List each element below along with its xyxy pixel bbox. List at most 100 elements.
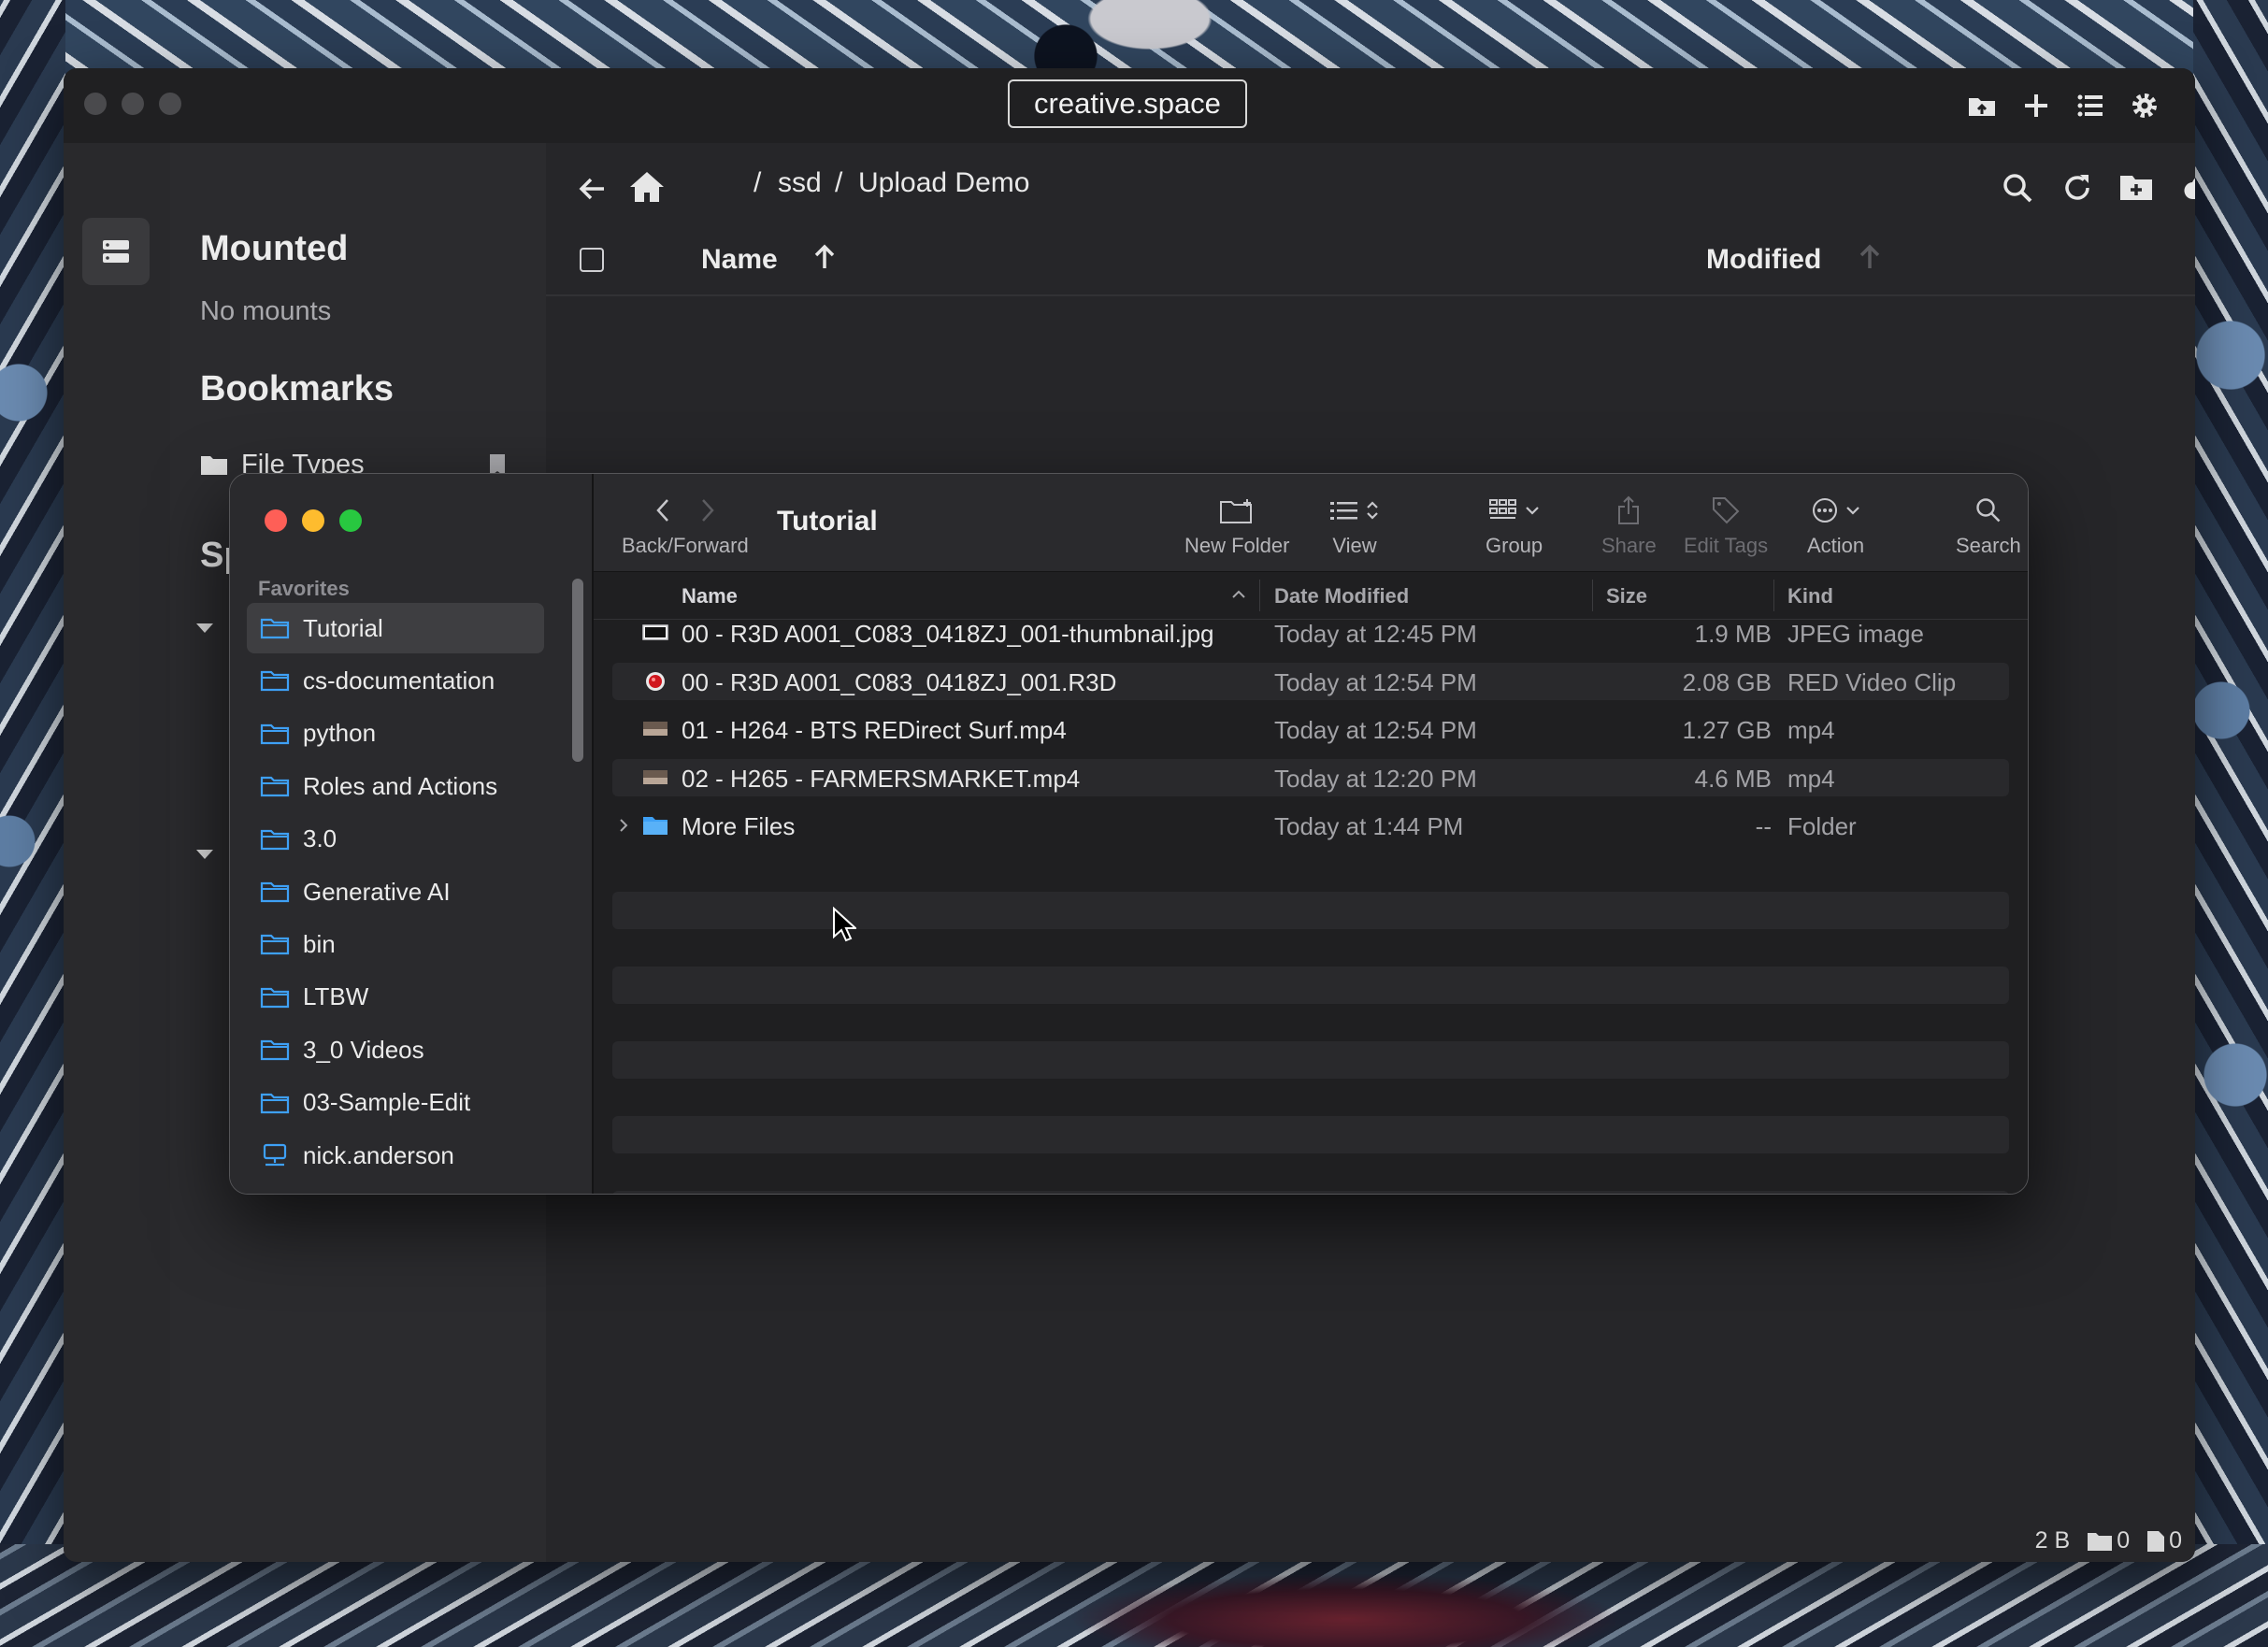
favorite-label: nick.anderson — [303, 1140, 454, 1169]
favorite-item[interactable]: cs-documentation — [247, 655, 544, 706]
chevron-down-icon[interactable] — [194, 848, 215, 861]
folder-icon — [260, 777, 290, 797]
share-icon — [1618, 495, 1640, 524]
breadcrumb-ssd[interactable]: ssd — [778, 167, 822, 199]
file-kind: mp4 — [1787, 764, 1835, 793]
modified-column-header[interactable]: Modified — [1706, 244, 1821, 276]
refresh-icon[interactable] — [2060, 171, 2094, 205]
file-name: 00 - R3D A001_C083_0418ZJ_001-thumbnail.… — [682, 620, 1214, 648]
favorite-item[interactable]: nick.anderson — [247, 1130, 544, 1181]
folder-icon — [260, 829, 290, 850]
file-row[interactable]: 00 - R3D A001_C083_0418ZJ_001.R3D Today a… — [612, 662, 2009, 700]
video-thumbnail-icon — [643, 722, 667, 737]
new-folder-button[interactable]: New Folder — [1184, 493, 1289, 558]
window-minimize-button[interactable] — [122, 93, 144, 115]
search-icon[interactable] — [2001, 171, 2034, 205]
upload-folder-icon[interactable] — [1965, 89, 1999, 122]
favorite-item[interactable]: Tutorial — [247, 603, 544, 653]
file-date: Today at 12:54 PM — [1274, 667, 1477, 696]
select-all-checkbox[interactable] — [580, 248, 604, 272]
chevron-left-icon[interactable] — [655, 498, 670, 523]
file-kind: Folder — [1787, 812, 1857, 841]
header-divider — [546, 294, 2195, 296]
gear-icon[interactable] — [2128, 89, 2161, 122]
favorite-label: Roles and Actions — [303, 771, 498, 800]
file-row[interactable]: 01 - H264 - BTS REDirect Surf.mp4 Today a… — [612, 710, 2009, 748]
window-zoom-button[interactable] — [159, 93, 181, 115]
file-kind: mp4 — [1787, 716, 1835, 745]
finder-minimize-button[interactable] — [302, 509, 324, 532]
status-file-count: 0 — [2169, 1527, 2182, 1554]
sort-arrow-icon[interactable] — [1857, 242, 1883, 272]
favorite-label: 3.0 — [303, 824, 337, 853]
search-icon — [1976, 498, 2001, 523]
back-forward-label: Back/Forward — [622, 534, 749, 557]
finder-close-button[interactable] — [265, 509, 287, 532]
chevron-right-icon[interactable] — [700, 498, 715, 523]
share-button[interactable]: Share — [1601, 493, 1657, 558]
tag-icon — [1713, 497, 1740, 524]
empty-row — [612, 1116, 2009, 1153]
cloud-upload-icon[interactable] — [2182, 171, 2195, 203]
chevron-updown-icon — [1367, 501, 1378, 520]
list-view-icon[interactable] — [2074, 89, 2107, 122]
file-row[interactable]: 02 - H265 - FARMERSMARKET.mp4 Today at 12… — [612, 758, 2009, 796]
edit-tags-button[interactable]: Edit Tags — [1684, 493, 1768, 558]
size-column-header[interactable]: Size — [1606, 584, 1647, 609]
chevron-down-icon[interactable] — [194, 622, 215, 635]
no-mounts-text: No mounts — [200, 296, 332, 326]
window-close-button[interactable] — [84, 93, 107, 115]
empty-row — [612, 1041, 2009, 1079]
sidebar-scrollbar[interactable] — [572, 579, 583, 762]
status-size: 2 B — [2034, 1527, 2071, 1554]
action-button[interactable]: Action — [1807, 493, 1864, 558]
file-date: Today at 1:44 PM — [1274, 812, 1464, 841]
back-arrow-icon[interactable] — [576, 173, 608, 205]
storage-nav-button[interactable] — [82, 218, 150, 285]
breadcrumb-upload-demo[interactable]: Upload Demo — [858, 167, 1029, 199]
favorite-item[interactable]: 3_0 Videos — [247, 1024, 544, 1075]
folder-icon — [260, 987, 290, 1008]
folder-icon — [260, 935, 290, 955]
nav-rail — [64, 143, 170, 1562]
folder-icon — [260, 1093, 290, 1113]
kind-column-header[interactable]: Kind — [1787, 584, 1833, 609]
back-forward-control[interactable]: Back/Forward — [622, 493, 749, 558]
favorite-item[interactable]: 03-Sample-Edit — [247, 1078, 544, 1128]
file-row[interactable]: 00 - R3D A001_C083_0418ZJ_001-thumbnail.… — [612, 614, 2009, 652]
file-list-header: Name Date Modified Size Kind — [594, 572, 2028, 620]
favorite-item[interactable]: python — [247, 709, 544, 759]
name-column-header[interactable]: Name — [682, 584, 738, 609]
server-icon — [103, 240, 129, 263]
home-icon[interactable] — [628, 169, 666, 205]
app-title: creative.space — [1008, 79, 1247, 128]
wallpaper-left — [0, 0, 65, 1647]
chevron-up-icon[interactable] — [1231, 589, 1246, 600]
add-icon[interactable] — [2019, 89, 2053, 122]
search-button[interactable]: Search — [1956, 493, 2021, 558]
name-column-header[interactable]: Name — [701, 244, 778, 276]
date-column-header[interactable]: Date Modified — [1274, 584, 1409, 609]
file-name: 00 - R3D A001_C083_0418ZJ_001.R3D — [682, 667, 1117, 696]
group-button[interactable]: Group — [1486, 493, 1543, 558]
favorite-item[interactable]: 3.0 — [247, 814, 544, 865]
finder-title: Tutorial — [777, 506, 878, 537]
new-folder-icon[interactable] — [2118, 169, 2154, 205]
sort-ascending-icon[interactable] — [811, 242, 838, 272]
breadcrumb-separator: / — [835, 167, 843, 198]
disclosure-chevron-icon[interactable] — [618, 818, 629, 833]
finder-sidebar: Favorites Tutorial cs-documentation python… — [230, 474, 594, 1194]
finder-window: Favorites Tutorial cs-documentation python… — [229, 473, 2029, 1195]
finder-toolbar: Back/Forward Tutorial New Folder View Gr… — [594, 474, 2028, 572]
favorite-item[interactable]: Generative AI — [247, 866, 544, 917]
app-titlebar: creative.space — [64, 68, 2195, 143]
file-size: 1.27 GB — [1682, 716, 1772, 745]
video-thumbnail-icon — [643, 769, 667, 784]
finder-zoom-button[interactable] — [339, 509, 362, 532]
group-grid-icon — [1488, 499, 1516, 519]
view-button[interactable]: View — [1330, 493, 1379, 558]
favorite-item[interactable]: LTBW — [247, 972, 544, 1023]
file-row[interactable]: More Files Today at 1:44 PM -- Folder — [612, 807, 2009, 844]
favorite-item[interactable]: bin — [247, 919, 544, 969]
favorite-item[interactable]: Roles and Actions — [247, 761, 544, 811]
